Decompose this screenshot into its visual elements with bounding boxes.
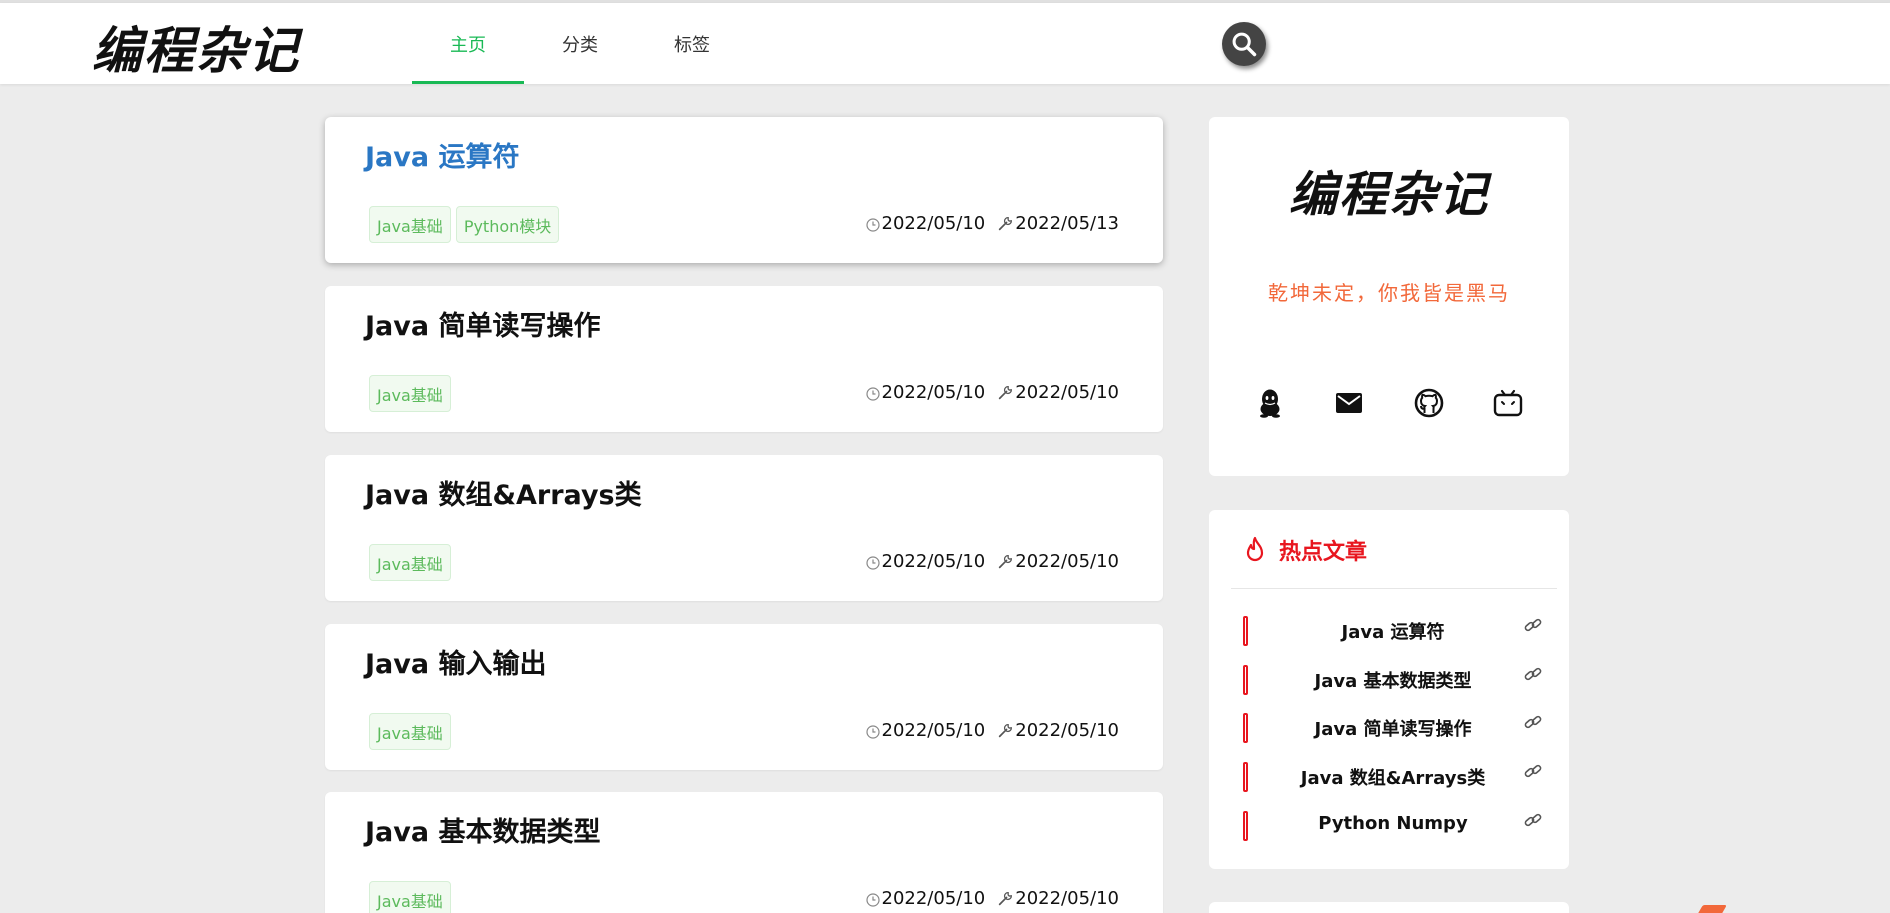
link-icon[interactable]	[1523, 811, 1543, 831]
hot-item[interactable]: Java 基本数据类型	[1243, 659, 1543, 708]
divider	[1231, 588, 1557, 589]
updated-date: 2022/05/10	[1015, 382, 1119, 403]
article-title[interactable]: Java 简单读写操作	[365, 304, 601, 343]
hot-list: Java 运算符 Java 基本数据类型 Java 简单读写操作 Java 数组…	[1243, 610, 1543, 853]
article-title[interactable]: Java 数组&Arrays类	[365, 473, 642, 512]
updated-date: 2022/05/10	[1015, 888, 1119, 909]
hot-articles-card: 热点文章 Java 运算符 Java 基本数据类型 Java 简单读写操作 Ja…	[1209, 510, 1569, 869]
bilibili-link[interactable]	[1492, 387, 1524, 419]
article-tags: Java基础 Python模块	[369, 206, 560, 243]
created-date: 2022/05/10	[881, 382, 986, 403]
site-header: 编程杂记 主页 分类 标签	[0, 3, 1890, 84]
updated-date: 2022/05/10	[1015, 551, 1119, 572]
article-dates: 2022/05/10 2022/05/10	[865, 888, 1119, 909]
site-logo[interactable]: 编程杂记	[92, 11, 300, 83]
mail-icon	[1336, 393, 1363, 413]
hot-item-label[interactable]: Python Numpy	[1243, 813, 1543, 834]
tag[interactable]: Java基础	[369, 881, 451, 913]
article-dates: 2022/05/10 2022/05/10	[865, 382, 1119, 403]
mail-link[interactable]	[1333, 387, 1365, 419]
hot-item-label[interactable]: Java 简单读写操作	[1243, 715, 1543, 741]
article-tags: Java基础	[369, 375, 451, 412]
article-tags: Java基础	[369, 881, 451, 913]
clock-icon	[865, 892, 880, 907]
updated-date: 2022/05/10	[1015, 720, 1119, 741]
tag[interactable]: Java基础	[369, 206, 451, 243]
link-icon[interactable]	[1523, 665, 1543, 685]
wrench-icon	[999, 724, 1013, 738]
article-card[interactable]: Java 运算符 Java基础 Python模块 2022/05/10 2022…	[325, 117, 1163, 263]
article-title[interactable]: Java 运算符	[365, 135, 520, 174]
qq-icon	[1260, 389, 1280, 418]
clock-icon	[865, 217, 880, 232]
corner-decoration	[1697, 905, 1727, 913]
nav-categories[interactable]: 分类	[524, 3, 636, 84]
wrench-icon	[999, 217, 1013, 231]
tag[interactable]: Java基础	[369, 375, 451, 412]
created-date: 2022/05/10	[881, 888, 986, 909]
article-dates: 2022/05/10 2022/05/13	[865, 213, 1119, 234]
updated-date: 2022/05/13	[1015, 213, 1119, 234]
created-date: 2022/05/10	[881, 213, 986, 234]
clock-icon	[865, 555, 880, 570]
hot-item[interactable]: Java 运算符	[1243, 610, 1543, 659]
github-link[interactable]	[1413, 387, 1445, 419]
hot-item-label[interactable]: Java 运算符	[1243, 618, 1543, 644]
hot-item-label[interactable]: Java 基本数据类型	[1243, 667, 1543, 693]
nav-home[interactable]: 主页	[412, 3, 524, 84]
sidebar-card-partial	[1209, 902, 1569, 913]
link-icon[interactable]	[1523, 616, 1543, 636]
article-title[interactable]: Java 基本数据类型	[365, 810, 601, 849]
hot-item-label[interactable]: Java 数组&Arrays类	[1243, 764, 1543, 790]
hot-item[interactable]: Java 简单读写操作	[1243, 707, 1543, 756]
article-card[interactable]: Java 简单读写操作 Java基础 2022/05/10 2022/05/10	[325, 286, 1163, 432]
created-date: 2022/05/10	[881, 551, 986, 572]
article-tags: Java基础	[369, 713, 451, 750]
clock-icon	[865, 724, 880, 739]
bilibili-icon	[1493, 389, 1523, 417]
search-icon	[1232, 32, 1257, 57]
created-date: 2022/05/10	[881, 720, 986, 741]
article-title[interactable]: Java 输入输出	[365, 642, 547, 681]
github-icon	[1414, 388, 1443, 418]
article-tags: Java基础	[369, 544, 451, 581]
hot-title: 热点文章	[1279, 540, 1368, 565]
profile-logo: 编程杂记	[1288, 167, 1489, 223]
search-button[interactable]	[1222, 22, 1266, 66]
wrench-icon	[999, 386, 1013, 400]
tag[interactable]: Java基础	[369, 713, 451, 750]
wrench-icon	[999, 892, 1013, 906]
wrench-icon	[999, 555, 1013, 569]
article-dates: 2022/05/10 2022/05/10	[865, 720, 1119, 741]
hot-header: 热点文章	[1243, 534, 1367, 566]
qq-link[interactable]	[1254, 387, 1286, 419]
tag[interactable]: Java基础	[369, 544, 451, 581]
main-nav: 主页 分类 标签	[412, 3, 748, 84]
hot-item[interactable]: Java 数组&Arrays类	[1243, 756, 1543, 805]
link-icon[interactable]	[1523, 713, 1543, 733]
article-card[interactable]: Java 数组&Arrays类 Java基础 2022/05/10 2022/0…	[325, 455, 1163, 601]
social-links	[1254, 387, 1524, 419]
fire-icon	[1246, 536, 1264, 562]
profile-motto: 乾坤未定，你我皆是黑马	[1268, 281, 1510, 305]
tag[interactable]: Python模块	[455, 206, 560, 243]
nav-tags[interactable]: 标签	[636, 3, 748, 84]
article-dates: 2022/05/10 2022/05/10	[865, 551, 1119, 572]
link-icon[interactable]	[1523, 762, 1543, 782]
clock-icon	[865, 386, 880, 401]
article-card[interactable]: Java 输入输出 Java基础 2022/05/10 2022/05/10	[325, 624, 1163, 770]
hot-item[interactable]: Python Numpy	[1243, 805, 1543, 854]
article-card[interactable]: Java 基本数据类型 Java基础 2022/05/10 2022/05/10	[325, 792, 1163, 913]
profile-card: 编程杂记 乾坤未定，你我皆是黑马	[1209, 117, 1569, 476]
